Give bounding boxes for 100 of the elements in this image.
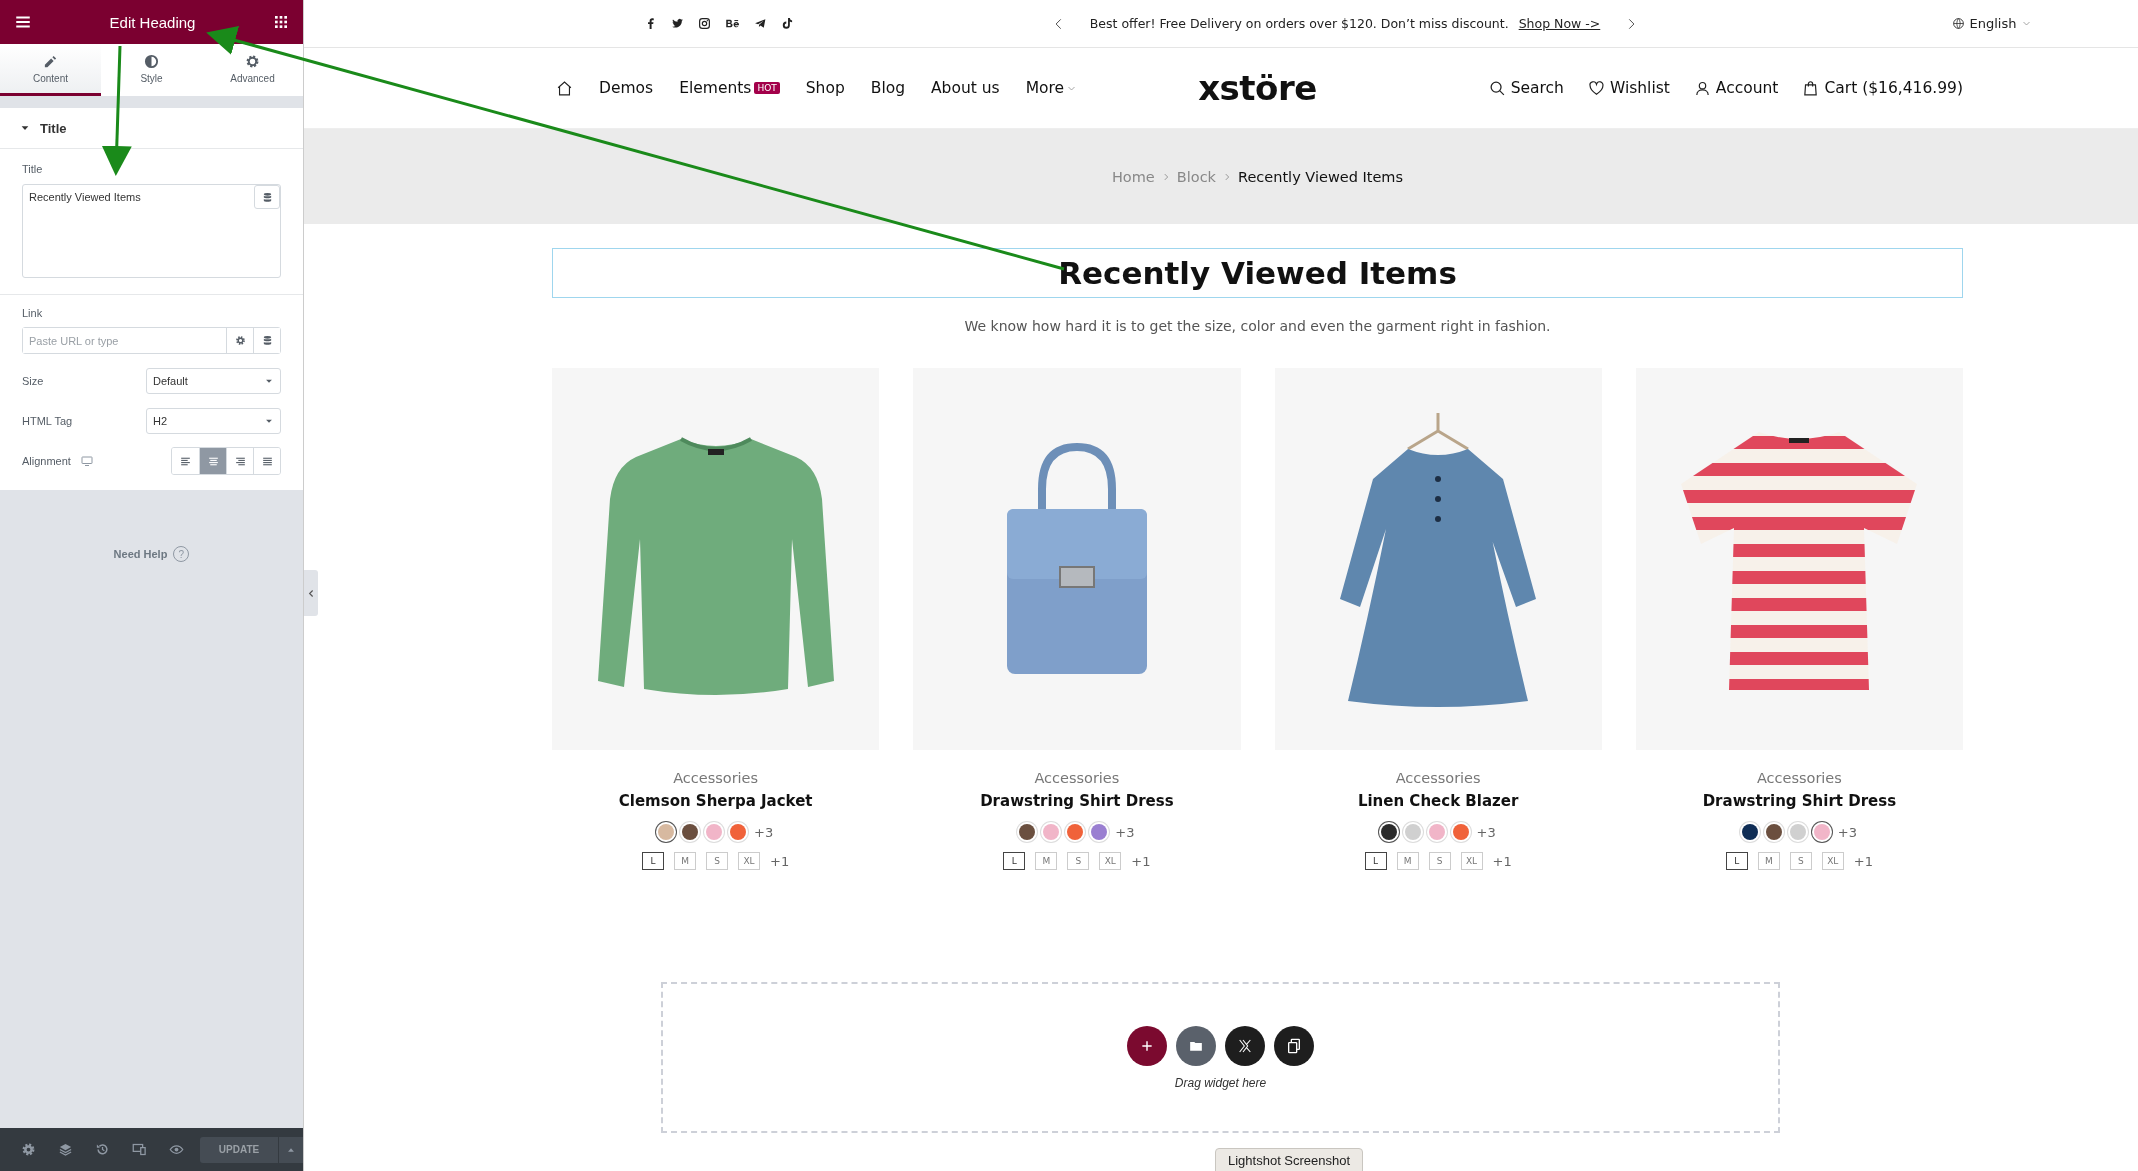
- dynamic-tags-button[interactable]: [253, 328, 280, 353]
- size-option[interactable]: M: [1396, 852, 1419, 870]
- color-swatch[interactable]: [1428, 824, 1445, 840]
- size-option[interactable]: M: [1757, 852, 1780, 870]
- product-category: Accessories: [1394, 770, 1482, 786]
- grid-icon: [273, 14, 289, 30]
- color-swatch[interactable]: [1043, 824, 1060, 840]
- section-subtitle: We know how hard it is to get the size, color and even the garment right in fashion.: [963, 318, 1552, 334]
- header-action-link[interactable]: Wishlist: [1587, 79, 1670, 97]
- product-image[interactable]: [913, 368, 1241, 750]
- tooltip: Lightshot Screenshot: [1215, 1148, 1364, 1171]
- field-label: Title: [22, 163, 44, 175]
- more-sizes-count: +1: [1853, 853, 1873, 869]
- size-option[interactable]: XL: [1821, 852, 1844, 870]
- color-swatch[interactable]: [1067, 824, 1084, 840]
- product-category: Accessories: [1033, 770, 1121, 786]
- color-swatch[interactable]: [1789, 824, 1806, 840]
- drop-zone-hint: Drag widget here: [1174, 1075, 1267, 1090]
- size-option[interactable]: L: [642, 852, 665, 870]
- language-selector[interactable]: English: [1951, 16, 2051, 31]
- alignment-button[interactable]: [199, 448, 226, 474]
- drop-zone[interactable]: Drag widget here: [661, 982, 1780, 1133]
- pencil-icon: [43, 53, 58, 69]
- color-swatch[interactable]: [1380, 824, 1397, 840]
- product-image[interactable]: [1635, 368, 1963, 750]
- alignment-button[interactable]: [253, 448, 280, 474]
- size-option[interactable]: M: [674, 852, 697, 870]
- size-option[interactable]: XL: [1460, 852, 1483, 870]
- color-swatch[interactable]: [658, 824, 675, 840]
- shop-now-link[interactable]: Shop Now ->: [1518, 16, 1601, 31]
- size-option[interactable]: XL: [1099, 852, 1122, 870]
- size-option[interactable]: S: [1067, 852, 1090, 870]
- site-logo[interactable]: xstöre: [1198, 68, 1317, 108]
- color-swatch[interactable]: [1741, 824, 1758, 840]
- color-swatch[interactable]: [1404, 824, 1421, 840]
- nav-link[interactable]: Blog: [870, 79, 905, 97]
- size-option[interactable]: S: [1789, 852, 1812, 870]
- search-icon: [1488, 79, 1506, 97]
- size-option[interactable]: L: [1364, 852, 1387, 870]
- field-label: Alignment: [22, 455, 71, 467]
- size-option[interactable]: L: [1725, 852, 1748, 870]
- size-option[interactable]: S: [706, 852, 729, 870]
- product-name[interactable]: Clemson Sherpa Jacket: [552, 792, 880, 810]
- product-image[interactable]: [552, 368, 880, 750]
- section-heading[interactable]: Recently Viewed Items: [552, 248, 1963, 298]
- gear-icon: [234, 335, 246, 346]
- dynamic-tags-button[interactable]: [254, 185, 280, 209]
- paste-button[interactable]: [1274, 1025, 1314, 1066]
- size-select[interactable]: Default: [146, 368, 281, 394]
- product-name[interactable]: Linen Check Blazer: [1274, 792, 1602, 810]
- twitter-icon: [670, 17, 684, 30]
- more-colors-count: +3: [1115, 824, 1135, 840]
- more-colors-count: +3: [1476, 824, 1496, 840]
- color-swatch[interactable]: [682, 824, 699, 840]
- title-textarea[interactable]: Recently Viewed Items: [22, 184, 281, 278]
- alignment-control[interactable]: [171, 447, 281, 475]
- color-swatch[interactable]: [1452, 824, 1469, 840]
- size-option[interactable]: S: [1428, 852, 1451, 870]
- header-action-link[interactable]: Cart ($16,416.99): [1802, 79, 1963, 97]
- telegram-icon: [753, 17, 767, 30]
- chevron-down-icon: [2021, 19, 2031, 28]
- nav-link[interactable]: Shop: [805, 79, 845, 97]
- product-image[interactable]: [1274, 368, 1602, 750]
- hot-badge: HOT: [754, 82, 780, 94]
- size-option[interactable]: M: [1035, 852, 1058, 870]
- color-swatch[interactable]: [1813, 824, 1830, 840]
- color-swatch[interactable]: [1091, 824, 1108, 840]
- section-header[interactable]: Title: [0, 108, 303, 149]
- template-button[interactable]: [1176, 1025, 1216, 1066]
- database-icon: [261, 335, 273, 346]
- product-name[interactable]: Drawstring Shirt Dress: [1635, 792, 1963, 810]
- color-swatch[interactable]: [706, 824, 723, 840]
- need-help-link[interactable]: Need Help: [113, 548, 168, 560]
- size-option[interactable]: XL: [738, 852, 761, 870]
- header-action-link[interactable]: Account: [1693, 79, 1779, 97]
- nav-link[interactable]: About us: [931, 79, 1000, 97]
- gear-icon: [245, 53, 260, 69]
- nav-link[interactable]: Demos: [599, 79, 654, 97]
- more-colors-count: +3: [1837, 824, 1857, 840]
- link-field[interactable]: Paste URL or type: [22, 327, 281, 354]
- x-button[interactable]: [1225, 1025, 1265, 1066]
- color-swatch[interactable]: [1019, 824, 1036, 840]
- caret-icon: [20, 123, 30, 133]
- breadcrumb-link[interactable]: Recently Viewed Items: [1238, 168, 1404, 185]
- field-label: Link: [22, 307, 44, 319]
- size-option[interactable]: L: [1003, 852, 1026, 870]
- header-action-link[interactable]: Search: [1488, 79, 1564, 97]
- nav-link[interactable]: More: [1025, 79, 1077, 97]
- add-button[interactable]: [1127, 1025, 1167, 1066]
- chevron-left-icon: [306, 588, 316, 598]
- color-swatch[interactable]: [730, 824, 747, 840]
- widgets-button[interactable]: [273, 14, 289, 30]
- contrast-icon: [144, 53, 159, 69]
- promo-text: Best offer! Free Delivery on orders over $120. Don’t miss discount.: [1089, 16, 1509, 31]
- product-name[interactable]: Drawstring Shirt Dress: [913, 792, 1241, 810]
- nav-link[interactable]: Elements HOT: [679, 79, 780, 97]
- html-tag-select[interactable]: H2: [146, 408, 281, 434]
- history-icon: [95, 1142, 110, 1157]
- chevron-right-icon: [1222, 171, 1232, 182]
- color-swatch[interactable]: [1765, 824, 1782, 840]
